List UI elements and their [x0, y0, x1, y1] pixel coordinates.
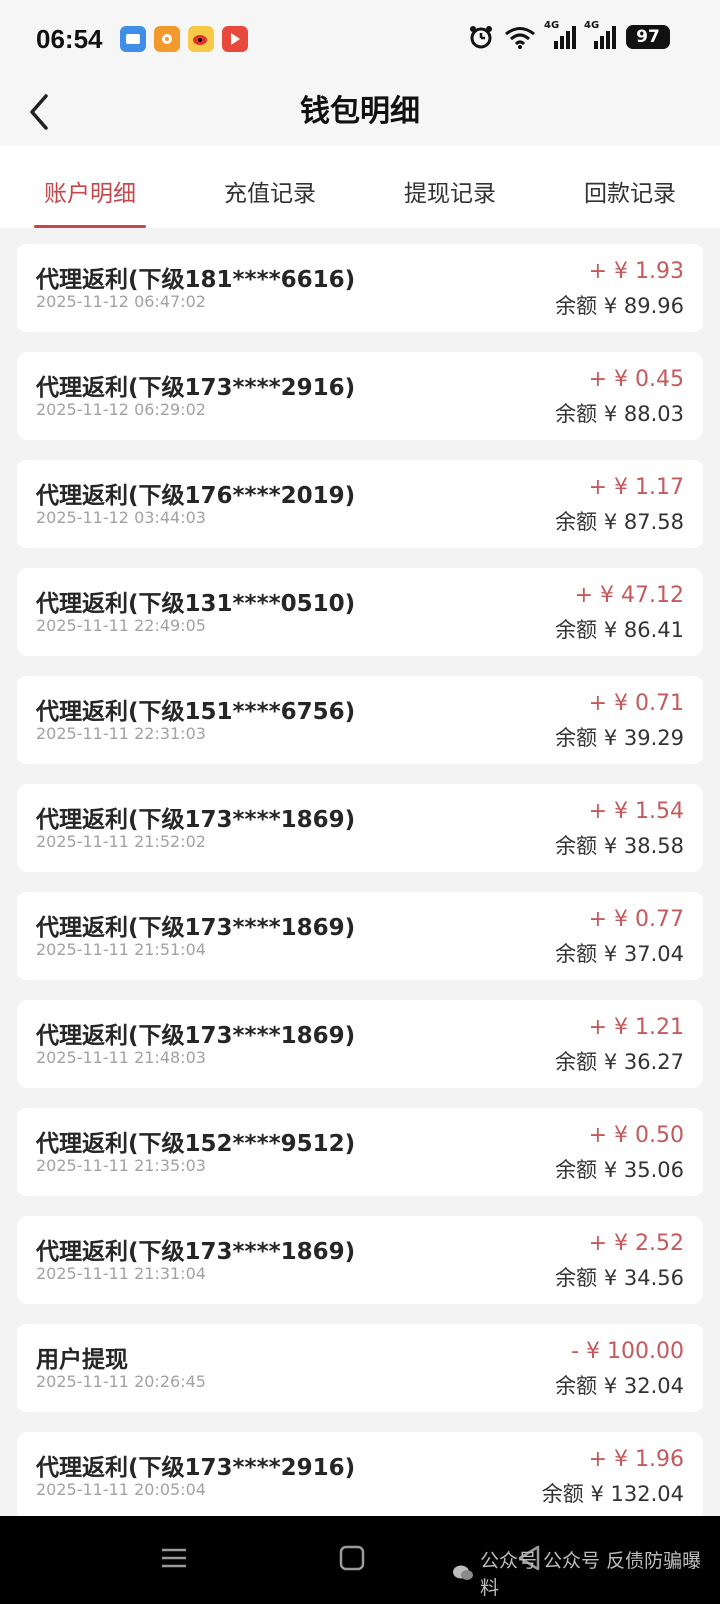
video-app-icon	[222, 26, 248, 52]
transaction-amount: + ¥ 0.77	[588, 907, 684, 932]
transaction-balance: 余额 ¥ 87.58	[555, 510, 684, 534]
watermark: 公众号 公众号 反债防骗曝料	[452, 1546, 720, 1600]
signal-label-1: 4G	[544, 19, 560, 31]
transaction-time: 2025-11-11 21:51:04	[36, 940, 206, 959]
tab-label: 回款记录	[584, 181, 676, 207]
transaction-title: 代理返利(下级173****2916)	[36, 1455, 356, 1481]
system-nav-bar: 公众号 公众号 反债防骗曝料	[0, 1516, 720, 1604]
tab-label: 提现记录	[404, 181, 496, 207]
transaction-balance: 余额 ¥ 132.04	[541, 1482, 684, 1506]
transaction-time: 2025-11-12 03:44:03	[36, 508, 206, 527]
transaction-balance: 余额 ¥ 32.04	[555, 1374, 684, 1398]
transaction-amount: + ¥ 1.17	[588, 475, 684, 500]
transaction-title: 用户提现	[36, 1347, 128, 1373]
transaction-title: 代理返利(下级152****9512)	[36, 1131, 356, 1157]
status-bar: 06:54 4G 4G 97	[0, 0, 720, 82]
transaction-time: 2025-11-11 22:49:05	[36, 616, 206, 635]
active-tab-indicator	[34, 225, 146, 228]
transaction-time: 2025-11-11 22:31:03	[36, 724, 206, 743]
tab-recharge-records[interactable]: 充值记录	[180, 146, 360, 228]
alarm-icon	[470, 26, 492, 49]
transaction-title: 代理返利(下级173****2916)	[36, 375, 356, 401]
transaction-title: 代理返利(下级173****1869)	[36, 1023, 356, 1049]
clock: 06:54	[36, 24, 103, 54]
list-item[interactable]: 代理返利(下级176****2019) 2025-11-12 03:44:03 …	[17, 460, 703, 548]
battery-indicator: 97	[626, 25, 670, 49]
transaction-balance: 余额 ¥ 34.56	[555, 1266, 684, 1290]
transaction-amount: + ¥ 1.93	[588, 259, 684, 284]
transaction-title: 代理返利(下级173****1869)	[36, 915, 356, 941]
list-item[interactable]: 代理返利(下级181****6616) 2025-11-12 06:47:02 …	[17, 244, 703, 332]
transaction-amount: + ¥ 0.45	[588, 367, 684, 392]
transaction-balance: 余额 ¥ 89.96	[555, 294, 684, 318]
transaction-time: 2025-11-11 21:35:03	[36, 1156, 206, 1175]
list-item[interactable]: 代理返利(下级151****6756) 2025-11-11 22:31:03 …	[17, 676, 703, 764]
transaction-title: 代理返利(下级173****1869)	[36, 807, 356, 833]
list-item[interactable]: 用户提现 2025-11-11 20:26:45 - ¥ 100.00 余额 ¥…	[17, 1324, 703, 1412]
transaction-balance: 余额 ¥ 37.04	[555, 942, 684, 966]
tab-repayment-records[interactable]: 回款记录	[540, 146, 720, 228]
list-item[interactable]: 代理返利(下级173****2916) 2025-11-12 06:29:02 …	[17, 352, 703, 440]
transaction-amount: + ¥ 2.52	[588, 1231, 684, 1256]
transaction-amount: + ¥ 47.12	[574, 583, 684, 608]
cell-signal-2: 4G	[584, 20, 616, 49]
transaction-amount: + ¥ 1.96	[588, 1447, 684, 1472]
weibo-icon	[188, 26, 214, 52]
transaction-time: 2025-11-11 21:31:04	[36, 1264, 206, 1283]
home-square-icon	[339, 1545, 365, 1571]
transaction-time: 2025-11-11 21:52:02	[36, 832, 206, 851]
transaction-amount: + ¥ 0.71	[588, 691, 684, 716]
page-title: 钱包明细	[300, 94, 420, 129]
orange-app-icon	[154, 26, 180, 52]
transaction-title: 代理返利(下级151****6756)	[36, 699, 356, 725]
list-item[interactable]: 代理返利(下级173****2916) 2025-11-11 20:05:04 …	[17, 1432, 703, 1520]
transaction-balance: 余额 ¥ 35.06	[555, 1158, 684, 1182]
transaction-amount: + ¥ 1.21	[588, 1015, 684, 1040]
tab-account-details[interactable]: 账户明细	[0, 146, 180, 228]
notification-icons	[120, 26, 248, 52]
transaction-time: 2025-11-11 20:05:04	[36, 1480, 206, 1499]
transaction-title: 代理返利(下级131****0510)	[36, 591, 356, 617]
signal-label-2: 4G	[584, 19, 600, 31]
status-indicators: 4G 4G 97	[468, 20, 670, 50]
transaction-amount: + ¥ 0.50	[588, 1123, 684, 1148]
menu-button[interactable]	[160, 1544, 188, 1576]
transaction-amount: - ¥ 100.00	[571, 1339, 684, 1364]
transaction-time: 2025-11-11 20:26:45	[36, 1372, 206, 1391]
app-header: 钱包明细	[0, 82, 720, 146]
list-item[interactable]: 代理返利(下级173****1869) 2025-11-11 21:52:02 …	[17, 784, 703, 872]
menu-icon	[162, 1548, 186, 1568]
transaction-time: 2025-11-11 21:48:03	[36, 1048, 206, 1067]
wifi-icon	[505, 27, 535, 49]
transaction-title: 代理返利(下级181****6616)	[36, 267, 356, 293]
list-item[interactable]: 代理返利(下级173****1869) 2025-11-11 21:51:04 …	[17, 892, 703, 980]
transaction-balance: 余额 ¥ 39.29	[555, 726, 684, 750]
home-button[interactable]	[338, 1544, 366, 1576]
transaction-time: 2025-11-12 06:47:02	[36, 292, 206, 311]
transaction-balance: 余额 ¥ 86.41	[555, 618, 684, 642]
tab-withdrawal-records[interactable]: 提现记录	[360, 146, 540, 228]
tab-bar: 账户明细 充值记录 提现记录 回款记录	[0, 146, 720, 228]
tab-label: 充值记录	[224, 181, 316, 207]
list-item[interactable]: 代理返利(下级173****1869) 2025-11-11 21:31:04 …	[17, 1216, 703, 1304]
blue-app-icon	[120, 26, 146, 52]
transaction-balance: 余额 ¥ 88.03	[555, 402, 684, 426]
tab-label: 账户明细	[44, 181, 136, 207]
transaction-balance: 余额 ¥ 38.58	[555, 834, 684, 858]
transaction-list: 代理返利(下级181****6616) 2025-11-12 06:47:02 …	[0, 244, 720, 1540]
transaction-balance: 余额 ¥ 36.27	[555, 1050, 684, 1074]
watermark-text: 公众号 公众号 反债防骗曝料	[479, 1550, 702, 1599]
transaction-time: 2025-11-12 06:29:02	[36, 400, 206, 419]
wechat-icon	[452, 1565, 473, 1580]
transaction-title: 代理返利(下级173****1869)	[36, 1239, 356, 1265]
cell-signal-1: 4G	[544, 20, 576, 49]
list-item[interactable]: 代理返利(下级152****9512) 2025-11-11 21:35:03 …	[17, 1108, 703, 1196]
transaction-title: 代理返利(下级176****2019)	[36, 483, 356, 509]
list-item[interactable]: 代理返利(下级131****0510) 2025-11-11 22:49:05 …	[17, 568, 703, 656]
list-item[interactable]: 代理返利(下级173****1869) 2025-11-11 21:48:03 …	[17, 1000, 703, 1088]
transaction-amount: + ¥ 1.54	[588, 799, 684, 824]
